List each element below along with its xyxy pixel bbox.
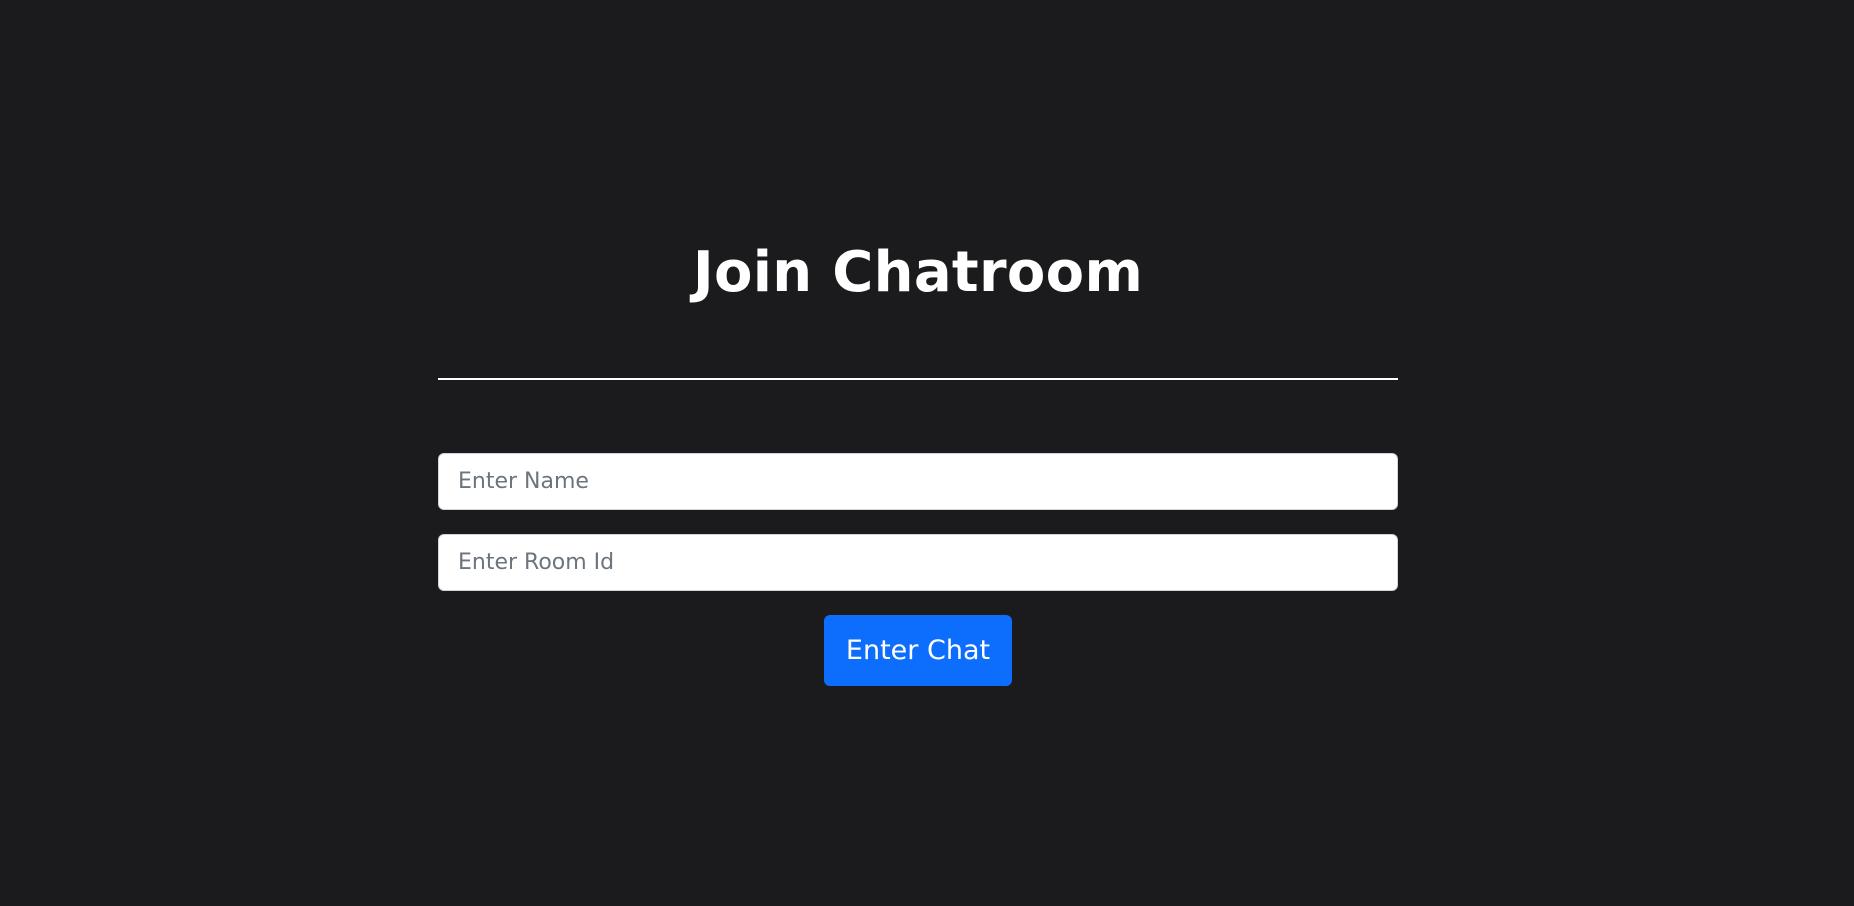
room-id-input[interactable] [438,534,1398,591]
join-chatroom-form: Join Chatroom Enter Chat [438,230,1398,686]
enter-chat-button[interactable]: Enter Chat [824,615,1012,686]
page: Join Chatroom Enter Chat [0,0,1854,906]
title-divider [438,378,1398,380]
name-input[interactable] [438,453,1398,510]
page-title: Join Chatroom [692,240,1144,305]
